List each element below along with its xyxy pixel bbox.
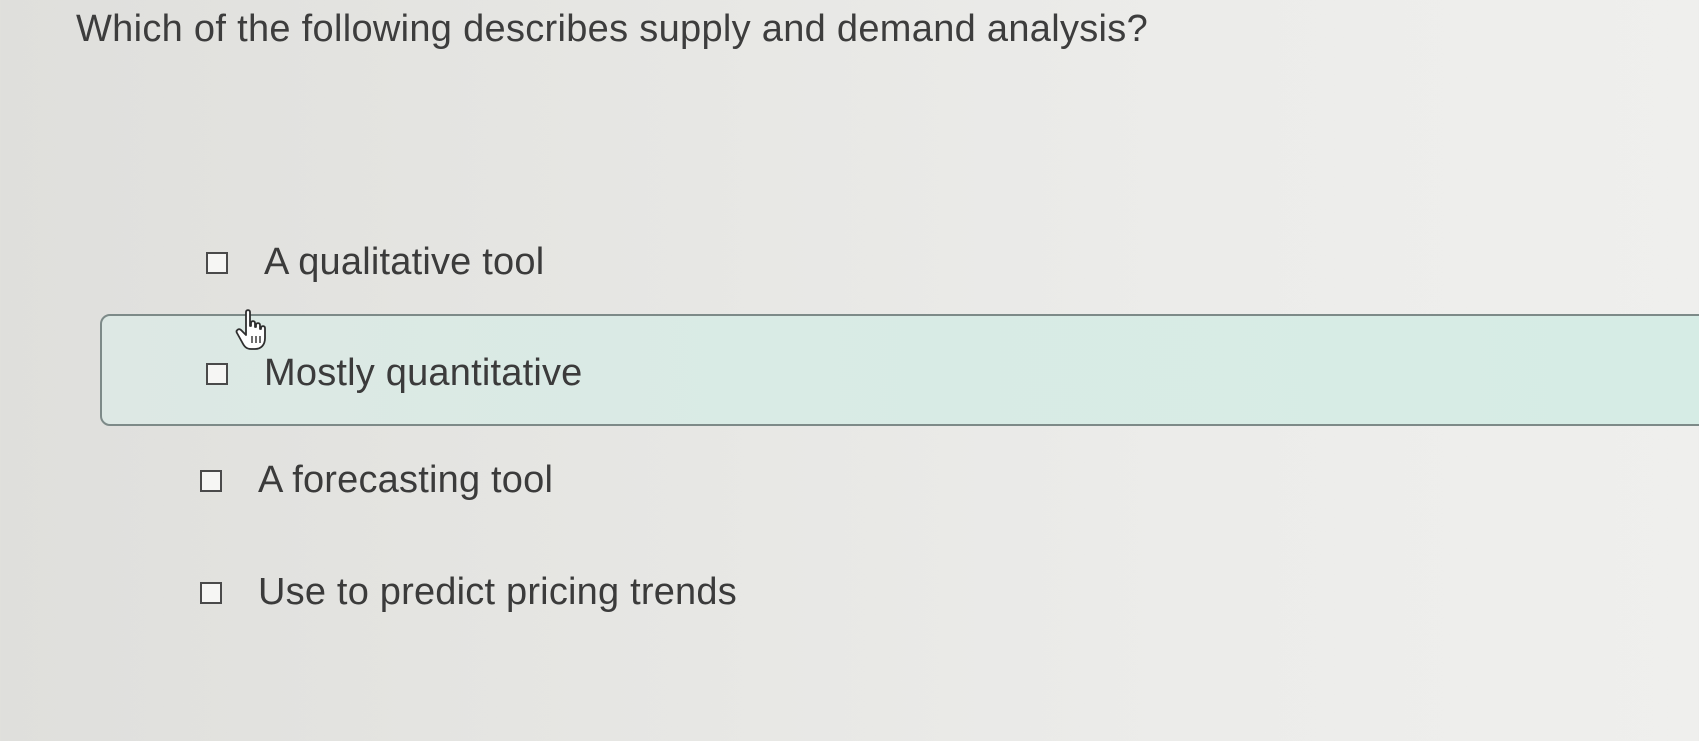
option-label: Use to predict pricing trends: [258, 571, 737, 613]
checkbox[interactable]: [206, 362, 228, 385]
checkbox[interactable]: [200, 581, 222, 604]
quiz-page: Which of the following describes supply …: [0, 0, 1699, 741]
hand-pointer-icon: [235, 309, 266, 350]
option-predict-pricing-trends[interactable]: Use to predict pricing trends: [200, 571, 737, 614]
option-label: A forecasting tool: [258, 459, 554, 501]
option-a-forecasting-tool[interactable]: A forecasting tool: [200, 459, 553, 502]
option-label: A qualitative tool: [264, 241, 545, 283]
option-label: Mostly quantitative: [264, 352, 583, 394]
option-a-qualitative-tool[interactable]: A qualitative tool: [206, 241, 544, 284]
option-mostly-quantitative[interactable]: Mostly quantitative: [206, 352, 583, 395]
answer-options: A qualitative tool Mostly quantitative A…: [0, 0, 1699, 741]
checkbox[interactable]: [206, 251, 228, 274]
checkbox[interactable]: [200, 469, 222, 492]
